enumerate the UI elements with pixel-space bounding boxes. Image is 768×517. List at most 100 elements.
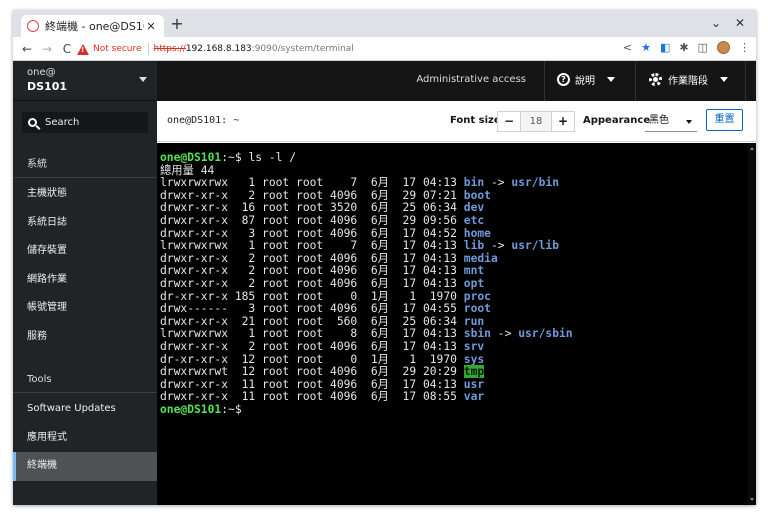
address-bar[interactable]: Not secure https:// 192.168.8.183 :9090/…	[77, 39, 650, 59]
extensions-icon[interactable]: ✱	[679, 41, 688, 54]
sidebar-item-terminal[interactable]: 終端機	[13, 452, 157, 481]
not-secure-label[interactable]: Not secure	[93, 44, 142, 54]
appearance-value: 黑色	[649, 115, 669, 126]
tab-search-icon[interactable]: ⌄	[711, 16, 721, 30]
chevron-down-icon	[607, 77, 615, 82]
host-user: one@	[27, 67, 56, 78]
share-icon[interactable]: <	[623, 41, 632, 54]
entry-name: sys	[463, 352, 485, 366]
entry-meta: drwxr-xr-x 2 root root 4096 6月 17 04:13	[160, 339, 464, 353]
window-close-icon[interactable]: ✕	[735, 16, 745, 30]
terminal-scrollbar[interactable]	[748, 143, 756, 505]
chevron-down-icon	[686, 120, 692, 124]
topbar-divider	[745, 61, 746, 101]
font-size-input[interactable]: 18	[521, 111, 551, 132]
terminal-header: one@DS101: ~ Font size − 18 + Appearance…	[157, 101, 756, 142]
total-line: 總用量 44	[160, 163, 215, 177]
link-arrow: ->	[484, 239, 512, 253]
listing-row: drwxr-xr-x 16 root root 3520 6月 25 06:34…	[160, 201, 484, 215]
font-size-decrease-button[interactable]: −	[497, 111, 521, 132]
entry-name: opt	[463, 276, 485, 290]
new-tab-button[interactable]: +	[169, 16, 185, 32]
nav-section-system: 系統	[13, 152, 157, 178]
prompt-suffix: :~$	[221, 402, 249, 416]
entry-name: boot	[463, 188, 491, 202]
listing-row: drwxr-xr-x 87 root root 4096 6月 29 09:56…	[160, 214, 484, 227]
tab-title: 終端機 - one@DS101	[45, 20, 144, 33]
appearance-label: Appearance	[583, 115, 651, 126]
entry-name: usr	[463, 377, 485, 391]
tab-close-icon[interactable]: ✕	[144, 20, 158, 33]
sidebar-item-networking[interactable]: 網路作業	[13, 266, 157, 295]
star-icon[interactable]: ★	[641, 41, 651, 54]
listing-row: drwxr-xr-x 11 root root 4096 6月 17 08:55…	[160, 390, 484, 403]
entry-meta: dr-xr-xr-x 12 root root 0 1月 1 1970	[160, 352, 464, 366]
forward-button[interactable]: →	[37, 42, 57, 56]
entry-meta: lrwxrwxrwx 1 root root 7 6月 17 04:13	[160, 239, 464, 253]
listing-row: lrwxrwxrwx 1 root root 7 6月 17 04:13 lib…	[160, 239, 559, 252]
admin-access-button[interactable]: Administrative access	[416, 74, 526, 85]
entry-name: proc	[463, 289, 491, 303]
chevron-down-icon	[139, 77, 147, 82]
entry-meta: drwxr-xr-x 3 root root 4096 6月 17 04:52	[160, 226, 464, 240]
listing-row: drwxr-xr-x 21 root root 560 6月 25 06:34 …	[160, 315, 484, 328]
help-icon: ?	[557, 73, 570, 86]
sidebar: one@ DS101 Search 系統 主機狀態 系統日誌 儲存裝置 網路作業…	[13, 61, 157, 505]
entry-name: tmp	[463, 365, 485, 379]
back-button[interactable]: ←	[17, 42, 37, 56]
terminal-title: one@DS101: ~	[167, 115, 240, 126]
appearance-select[interactable]: 黑色	[645, 111, 697, 132]
sidebar-search[interactable]: Search	[22, 112, 148, 133]
search-label: Search	[45, 117, 80, 128]
entry-name: bin	[463, 176, 485, 190]
url-host: 192.168.8.183	[185, 44, 252, 54]
entry-meta: drwxr-xr-x 16 root root 3520 6月 25 06:34	[160, 201, 464, 215]
session-label: 作業階段	[668, 76, 708, 87]
nav-group-tools: Tools Software Updates 應用程式 終端機	[13, 367, 157, 481]
listing-row: drwxr-xr-x 11 root root 4096 6月 17 04:13…	[160, 378, 484, 391]
profile-icon[interactable]	[717, 41, 730, 54]
sidepanel-icon[interactable]: ◫	[698, 41, 708, 54]
entry-meta: drwxr-xr-x 21 root root 560 6月 25 06:34	[160, 314, 464, 328]
sidebar-item-logs[interactable]: 系統日誌	[13, 209, 157, 238]
sidebar-item-software-updates[interactable]: Software Updates	[13, 395, 157, 424]
scroll-down-icon[interactable]	[750, 498, 754, 501]
toolbar-icons: < ★ ◧ ✱ ◫ ⋮	[623, 41, 750, 54]
listing-row: drwxr-xr-x 2 root root 4096 6月 17 04:13 …	[160, 277, 484, 290]
shell-prompt: one@DS101	[160, 151, 222, 164]
help-label: 說明	[575, 76, 595, 87]
entry-meta: drwxr-xr-x 2 root root 4096 6月 17 04:13	[160, 276, 464, 290]
sidebar-item-storage[interactable]: 儲存裝置	[13, 237, 157, 266]
entry-meta: drwx------ 3 root root 4096 6月 17 04:55	[160, 302, 464, 316]
font-size-increase-button[interactable]: +	[551, 111, 575, 132]
host-switcher[interactable]: one@ DS101	[13, 61, 157, 101]
warning-icon	[77, 43, 89, 55]
browser-toolbar: ← → C Not secure https:// 192.168.8.183 …	[13, 37, 756, 61]
sidebar-item-services[interactable]: 服務	[13, 323, 157, 352]
link-target: usr/lib	[511, 239, 559, 253]
sidebar-item-host-status[interactable]: 主機狀態	[13, 180, 157, 209]
listing-row: dr-xr-xr-x 185 root root 0 1月 1 1970 pro…	[160, 290, 491, 303]
sidebar-item-applications[interactable]: 應用程式	[13, 424, 157, 453]
session-menu-button[interactable]: 作業階段	[649, 72, 728, 87]
font-size-stepper: − 18 +	[497, 111, 575, 132]
scroll-up-icon[interactable]	[750, 147, 754, 150]
listing-row: dr-xr-xr-x 12 root root 0 1月 1 1970 sys	[160, 353, 484, 366]
font-size-label: Font size	[450, 115, 501, 126]
reload-button[interactable]: C	[57, 42, 77, 56]
sidebar-item-accounts[interactable]: 帳號管理	[13, 294, 157, 323]
listing-row: drwxr-xr-x 2 root root 4096 6月 29 07:21 …	[160, 189, 491, 202]
entry-name: home	[463, 226, 491, 240]
translate-icon[interactable]: ◧	[660, 41, 670, 54]
reset-button[interactable]: 重置	[706, 109, 743, 131]
terminal-screen[interactable]: one@DS101 :~$ ls -l / 總用量 44 lrwxrwxrwx 1…	[157, 143, 756, 505]
menu-icon[interactable]: ⋮	[739, 41, 750, 54]
cockpit-favicon-icon	[27, 20, 39, 32]
entry-name: etc	[463, 213, 485, 227]
entry-meta: drwxr-xr-x 11 root root 4096 6月 17 08:55	[160, 390, 464, 404]
browser-tab[interactable]: 終端機 - one@DS101 ✕	[21, 15, 164, 37]
help-menu-button[interactable]: ? 說明	[557, 72, 615, 87]
cockpit-app: one@ DS101 Search 系統 主機狀態 系統日誌 儲存裝置 網路作業…	[13, 61, 756, 505]
entry-meta: drwxr-xr-x 87 root root 4096 6月 29 09:56	[160, 213, 464, 227]
shell-command: ls -l /	[248, 151, 297, 164]
